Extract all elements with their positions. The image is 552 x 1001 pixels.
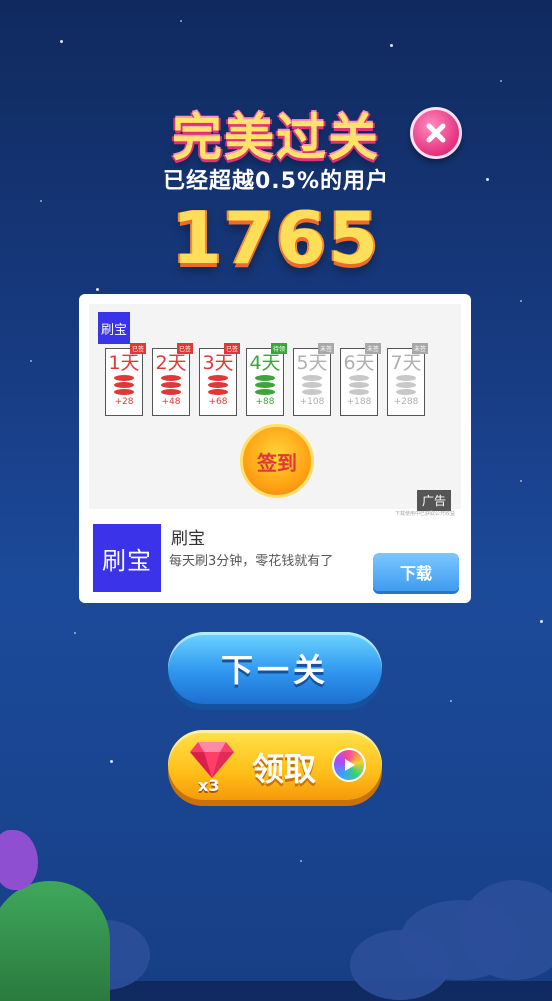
day-tag: 已签	[129, 343, 146, 354]
day-tag: 已签	[176, 343, 193, 354]
score-value: 1765	[171, 196, 381, 280]
day-amount: +68	[208, 397, 228, 407]
coin-stack-icon	[255, 375, 275, 395]
day-label: 3天	[202, 352, 234, 374]
mascot-character	[0, 830, 38, 890]
day-card: 已签 3天 +68	[199, 343, 240, 416]
coin-stack-icon	[161, 375, 181, 395]
day-amount: +48	[161, 397, 181, 407]
hill-decoration	[0, 881, 110, 1001]
day-label: 6天	[343, 352, 375, 374]
gem-icon	[190, 742, 234, 778]
day-label: 2天	[155, 352, 187, 374]
day-amount: +108	[299, 397, 325, 407]
close-icon	[426, 123, 446, 143]
day-amount: +28	[114, 397, 134, 407]
day-card: 已签 2天 +48	[152, 343, 193, 416]
day-card: 未签 6天 +188	[340, 343, 381, 416]
rank-subtitle: 已经超越0.5%的用户	[162, 169, 390, 194]
signin-button[interactable]: 签到	[240, 424, 314, 498]
coin-stack-icon	[302, 375, 322, 395]
day-tag: 未签	[317, 343, 334, 354]
day-card: 已签 1天 +28	[105, 343, 146, 416]
ad-label-badge: 广告	[416, 490, 451, 511]
gem-count: x3	[198, 776, 220, 795]
ad-disclaimer: 下载使用中已获取公开收益	[394, 511, 455, 517]
level-complete-title: 完美过关	[172, 109, 380, 167]
day-amount: +88	[255, 397, 275, 407]
app-icon[interactable]: 刷宝	[93, 524, 161, 592]
day-tag: 未签	[411, 343, 428, 354]
day-label: 1天	[108, 352, 140, 374]
coin-stack-icon	[396, 375, 416, 395]
day-amount: +288	[393, 397, 419, 407]
day-amount: +188	[346, 397, 372, 407]
coin-stack-icon	[208, 375, 228, 395]
day-label: 4天	[249, 352, 281, 374]
day-tag: 已签	[223, 343, 240, 354]
day-label: 7天	[390, 352, 422, 374]
app-name: 刷宝	[171, 529, 205, 549]
day-card: 未签 7天 +288	[387, 343, 428, 416]
ad-banner[interactable]: 刷宝 已签 1天 +28 已签 2天 +48 已签 3天 +68 待领 4天 +…	[89, 304, 461, 517]
day-card: 未签 5天 +108	[293, 343, 334, 416]
ad-logo: 刷宝	[98, 312, 130, 344]
day-tag: 未签	[364, 343, 381, 354]
download-button[interactable]: 下载	[373, 553, 459, 591]
video-play-icon	[332, 748, 366, 782]
day-tag: 待领	[270, 343, 287, 354]
coin-stack-icon	[349, 375, 369, 395]
app-description: 每天刷3分钟，零花钱就有了	[169, 554, 334, 569]
close-button[interactable]	[410, 107, 462, 159]
next-level-button[interactable]: 下一关	[168, 632, 382, 704]
claim-button[interactable]: x3 领取	[168, 730, 382, 800]
day-label: 5天	[296, 352, 328, 374]
ad-card[interactable]: 刷宝 已签 1天 +28 已签 2天 +48 已签 3天 +68 待领 4天 +…	[79, 294, 471, 603]
claim-label: 领取	[252, 750, 317, 788]
signin-days: 已签 1天 +28 已签 2天 +48 已签 3天 +68 待领 4天 +88 …	[105, 343, 428, 416]
coin-stack-icon	[114, 375, 134, 395]
day-card: 待领 4天 +88	[246, 343, 287, 416]
